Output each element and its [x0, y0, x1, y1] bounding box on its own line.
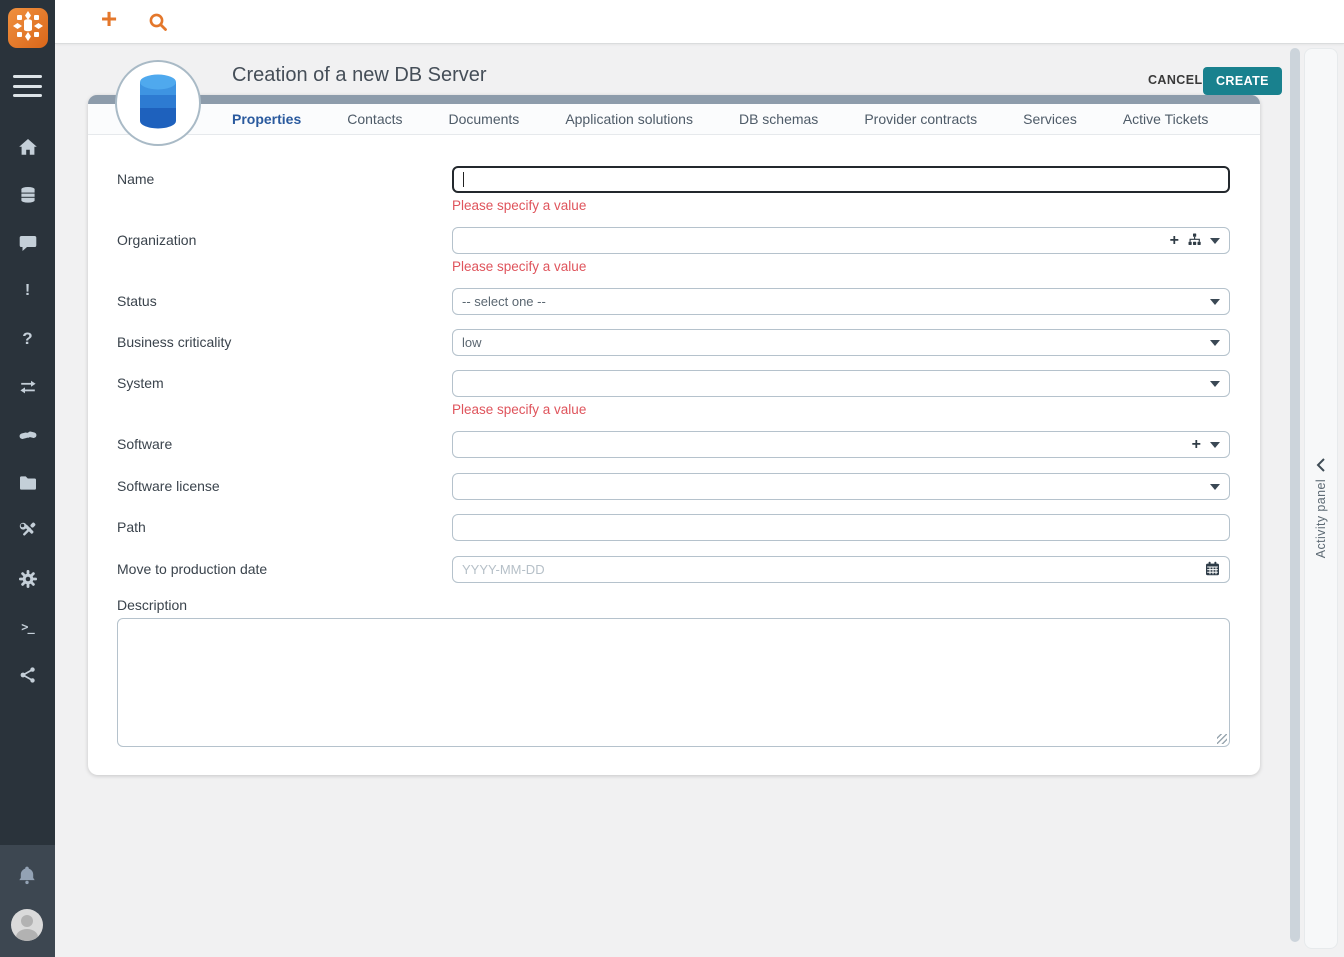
date-placeholder: YYYY-MM-DD: [462, 562, 545, 577]
add-icon[interactable]: +: [95, 3, 123, 35]
tab-db-schemas[interactable]: DB schemas: [716, 104, 841, 134]
status-value: -- select one --: [462, 294, 546, 309]
notifications-bell-icon[interactable]: [16, 864, 38, 891]
tab-contacts[interactable]: Contacts: [324, 104, 425, 134]
db-server-badge: [115, 60, 201, 146]
path-input[interactable]: [452, 514, 1230, 541]
database-object-icon: [134, 72, 182, 135]
chevron-down-icon[interactable]: [1210, 340, 1220, 346]
sidebar: ! ?: [0, 0, 55, 957]
activity-panel-collapsed[interactable]: Activity panel: [1304, 48, 1338, 949]
tab-documents[interactable]: Documents: [426, 104, 543, 134]
field-row-software: Software +: [117, 431, 1230, 458]
tab-provider-contracts[interactable]: Provider contracts: [841, 104, 1000, 134]
field-row-move-to-production-date: Move to production date YYYY-MM-DD: [117, 556, 1230, 583]
name-error: Please specify a value: [452, 198, 1230, 215]
terminal-icon[interactable]: >_: [18, 617, 38, 637]
expand-panel-chevron-icon[interactable]: [1315, 457, 1327, 478]
field-row-system: System Please specify a value: [117, 370, 1230, 431]
status-select[interactable]: -- select one --: [452, 288, 1230, 315]
handshake-icon[interactable]: [18, 425, 38, 445]
activity-panel-label: Activity panel: [1314, 479, 1328, 558]
chevron-down-icon[interactable]: [1210, 381, 1220, 387]
comments-icon[interactable]: [18, 233, 38, 253]
itop-logo[interactable]: [8, 8, 48, 48]
transfer-arrows-icon[interactable]: [18, 377, 38, 397]
menu-toggle-icon[interactable]: [13, 75, 42, 97]
hierarchy-icon[interactable]: [1188, 233, 1201, 249]
create-button[interactable]: CREATE: [1203, 67, 1282, 95]
field-row-organization: Organization +: [117, 227, 1230, 288]
description-field: [117, 618, 1230, 747]
add-link-icon[interactable]: +: [1192, 438, 1201, 452]
chevron-down-icon[interactable]: [1210, 299, 1220, 305]
question-icon[interactable]: ?: [18, 329, 38, 349]
name-label: Name: [117, 166, 452, 227]
business-criticality-label: Business criticality: [117, 329, 452, 356]
software-license-label: Software license: [117, 473, 452, 500]
sidebar-user-section: [0, 845, 55, 957]
exclamation-icon[interactable]: !: [18, 281, 38, 301]
tools-icon[interactable]: [18, 521, 38, 541]
software-license-select[interactable]: [452, 473, 1230, 500]
description-label: Description: [117, 597, 1230, 613]
software-label: Software: [117, 431, 452, 458]
move-to-production-date-label: Move to production date: [117, 556, 452, 583]
database-icon[interactable]: [18, 185, 38, 205]
share-icon[interactable]: [18, 665, 38, 685]
path-label: Path: [117, 514, 452, 541]
tab-active-tickets[interactable]: Active Tickets: [1100, 104, 1232, 134]
gear-icon[interactable]: [18, 569, 38, 589]
itop-logo-icon: [8, 6, 48, 51]
scrollbar-track: [1290, 48, 1300, 957]
tab-application-solutions[interactable]: Application solutions: [542, 104, 716, 134]
field-row-name: Name Please specify a value: [117, 166, 1230, 227]
business-criticality-value: low: [462, 335, 482, 350]
resize-grip[interactable]: [1217, 734, 1227, 744]
chevron-down-icon[interactable]: [1210, 238, 1220, 244]
calendar-icon[interactable]: [1205, 561, 1220, 579]
chevron-down-icon[interactable]: [1210, 442, 1220, 448]
properties-form: Name Please specify a value Organization…: [88, 135, 1260, 747]
scrollbar-thumb[interactable]: [1290, 48, 1300, 942]
system-error: Please specify a value: [452, 402, 1230, 419]
field-row-path: Path: [117, 514, 1230, 541]
tab-properties[interactable]: Properties: [209, 104, 324, 134]
system-label: System: [117, 370, 452, 431]
organization-label: Organization: [117, 227, 452, 288]
folder-icon[interactable]: [18, 473, 38, 493]
status-label: Status: [117, 288, 452, 315]
text-cursor: [463, 172, 464, 187]
move-to-production-date-input[interactable]: YYYY-MM-DD: [452, 556, 1230, 583]
organization-error: Please specify a value: [452, 259, 1230, 276]
field-row-status: Status -- select one --: [117, 288, 1230, 315]
home-icon[interactable]: [18, 137, 38, 157]
software-input[interactable]: +: [452, 431, 1230, 458]
card-top-accent-bar: [88, 95, 1260, 104]
user-avatar[interactable]: [11, 909, 43, 941]
system-select[interactable]: [452, 370, 1230, 397]
business-criticality-select[interactable]: low: [452, 329, 1230, 356]
sidebar-menu: ! ?: [0, 137, 55, 685]
field-row-software-license: Software license: [117, 473, 1230, 500]
name-input[interactable]: [452, 166, 1230, 193]
chevron-down-icon[interactable]: [1210, 484, 1220, 490]
object-edit-card: Properties Contacts Documents Applicatio…: [88, 95, 1260, 775]
page-title: Creation of a new DB Server: [232, 64, 487, 87]
organization-input[interactable]: +: [452, 227, 1230, 254]
tab-services[interactable]: Services: [1000, 104, 1100, 134]
field-row-business-criticality: Business criticality low: [117, 329, 1230, 356]
tab-bar: Properties Contacts Documents Applicatio…: [88, 104, 1260, 135]
description-textarea[interactable]: [117, 618, 1230, 747]
cancel-button[interactable]: CANCEL: [1142, 72, 1208, 88]
search-icon[interactable]: [148, 12, 168, 32]
add-link-icon[interactable]: +: [1170, 234, 1179, 248]
top-bar: +: [55, 0, 1344, 44]
